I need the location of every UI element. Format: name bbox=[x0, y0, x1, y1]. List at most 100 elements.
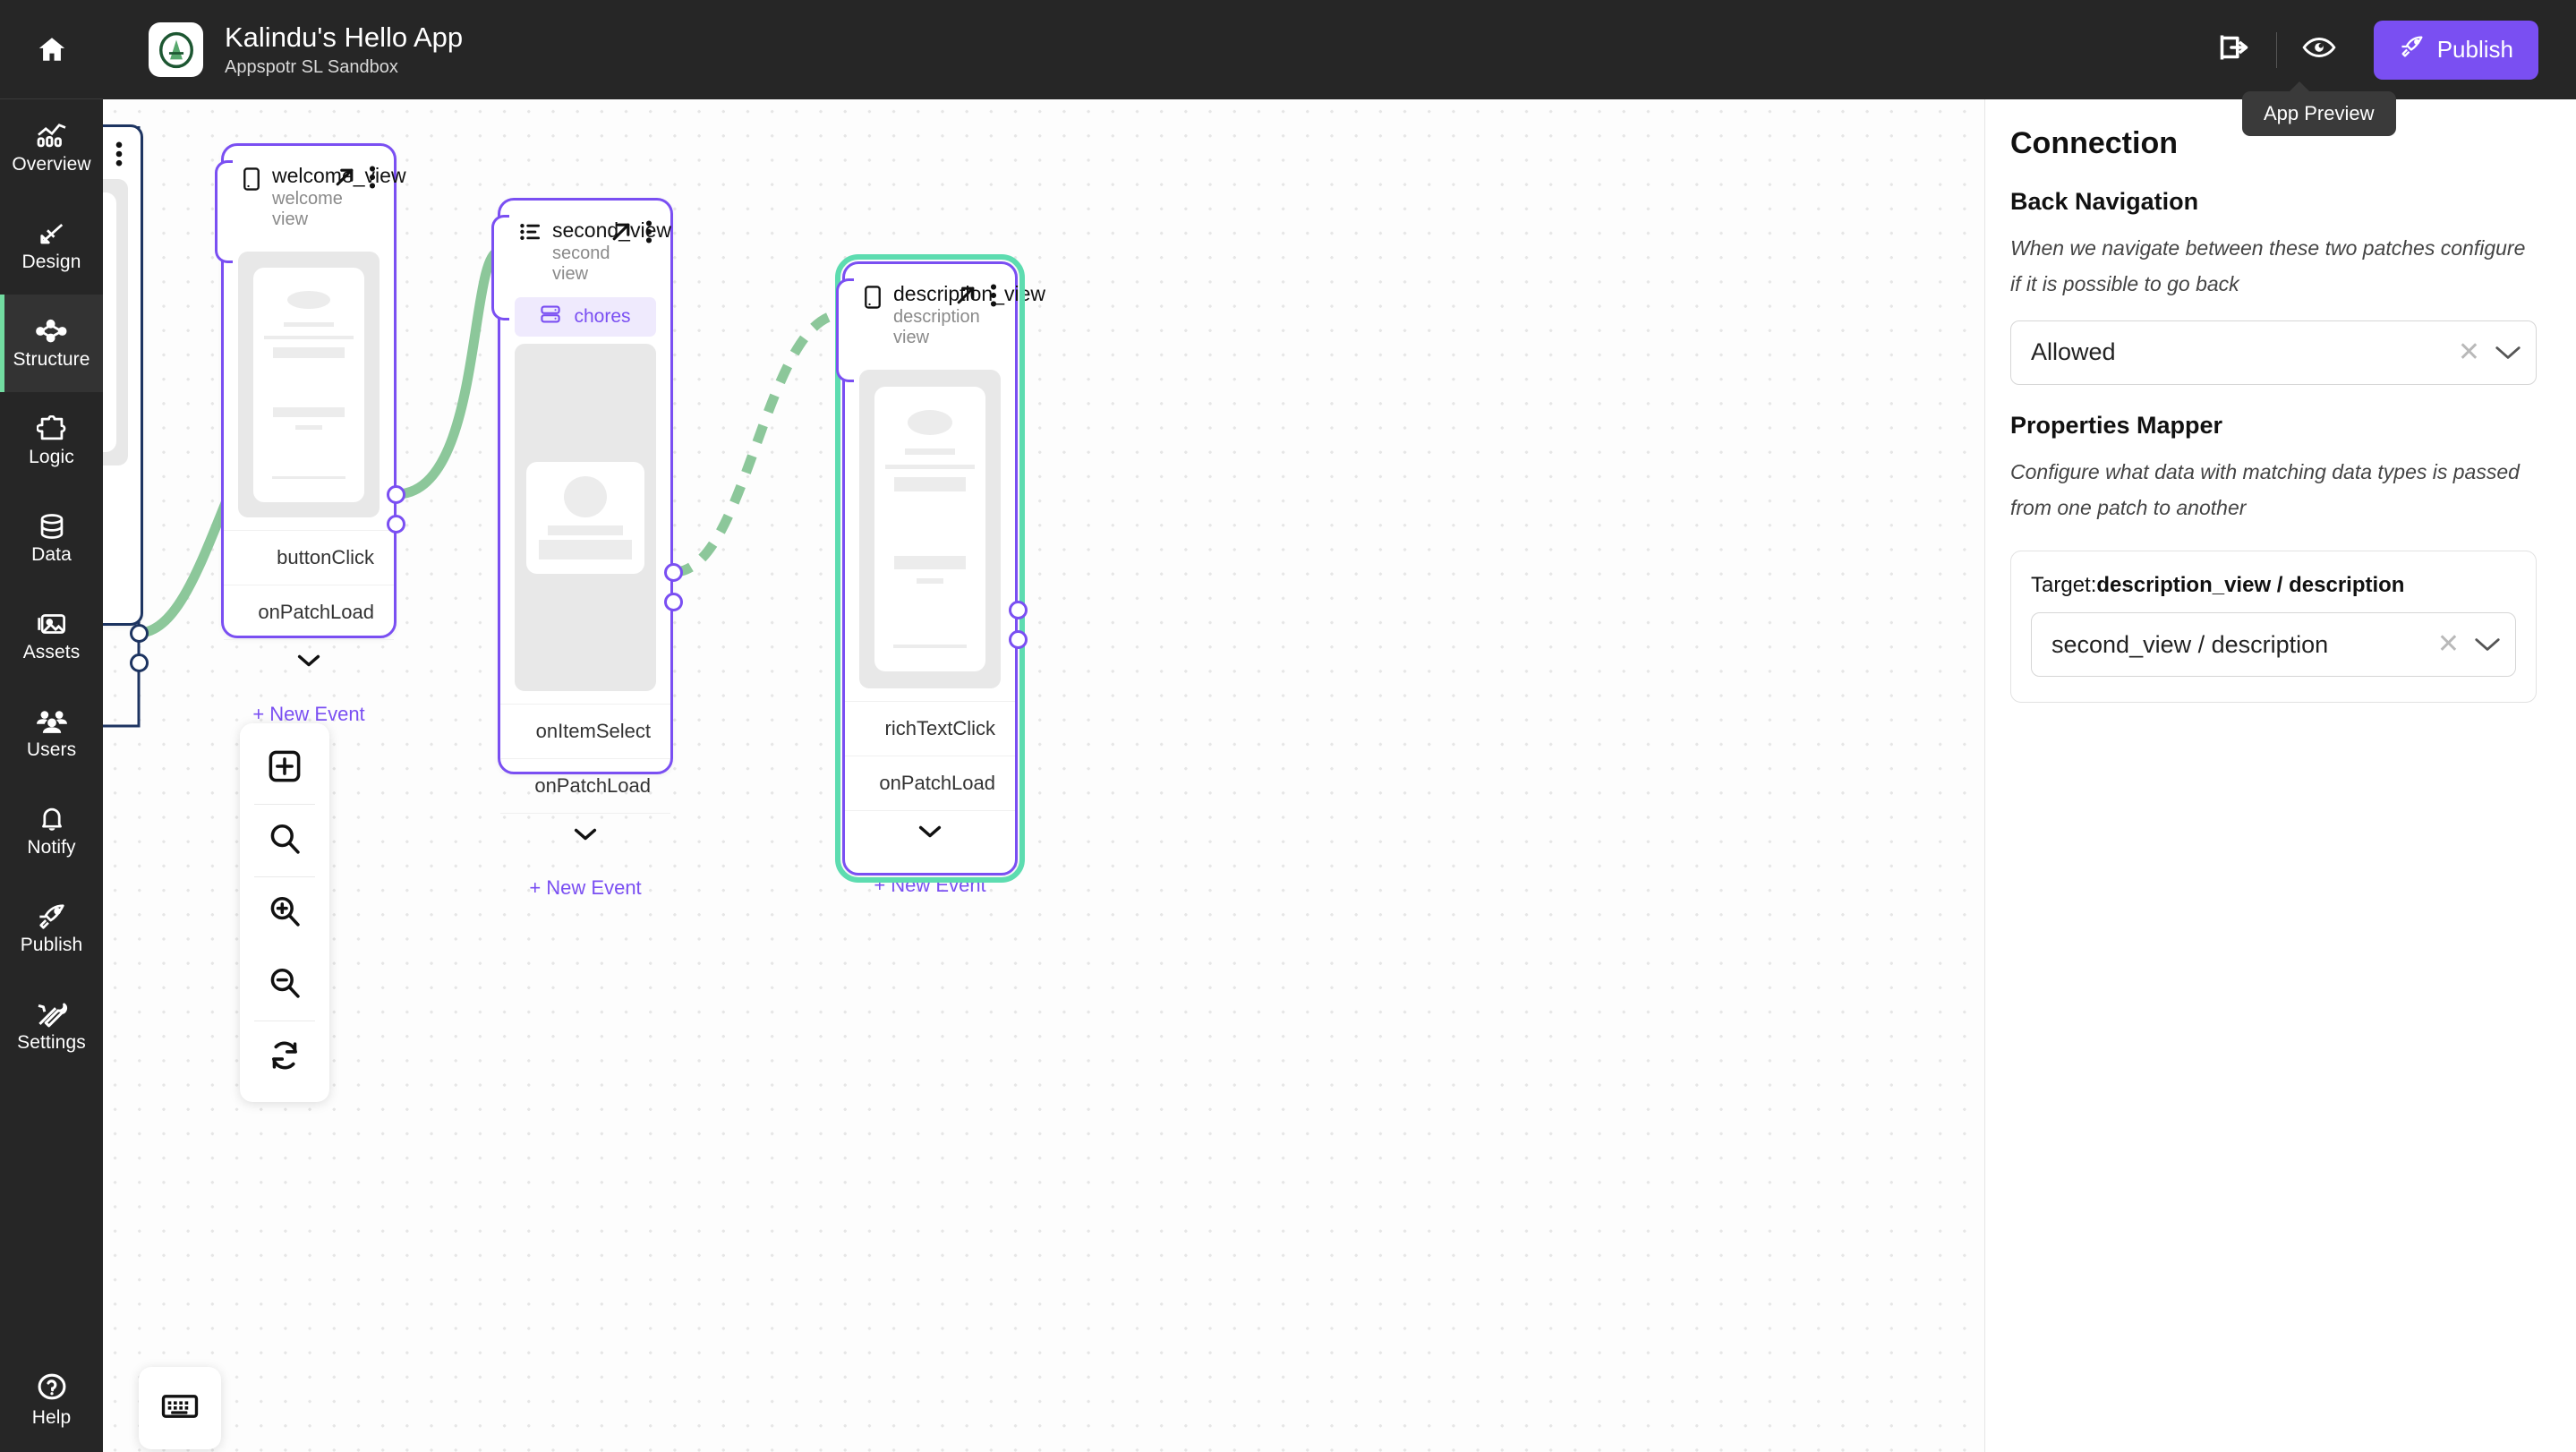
sidebar-item-settings[interactable]: Settings bbox=[0, 978, 103, 1075]
sidebar-item-overview[interactable]: Overview bbox=[0, 99, 103, 197]
mapper-source-value: second_view / description bbox=[2051, 630, 2329, 658]
home-button[interactable] bbox=[0, 0, 103, 99]
chevron-down-icon[interactable] bbox=[2474, 636, 2501, 653]
bell-icon bbox=[38, 806, 65, 833]
chevron-down-icon bbox=[918, 824, 942, 843]
event-label: onPatchLoad bbox=[258, 601, 374, 624]
sidebar-item-design[interactable]: Design bbox=[0, 197, 103, 295]
node-card-offscreen[interactable] bbox=[103, 124, 143, 626]
node-header: welcome_view welcome view bbox=[224, 146, 406, 243]
canvas-toolbar bbox=[240, 723, 329, 1102]
rocket-icon bbox=[36, 903, 68, 930]
skeleton-line bbox=[283, 322, 335, 327]
zoom-out-button[interactable] bbox=[240, 949, 329, 1021]
list-icon bbox=[520, 222, 540, 246]
event-row[interactable]: buttonClick bbox=[224, 530, 394, 585]
preview-screen bbox=[253, 267, 364, 502]
sidebar-item-label: Help bbox=[31, 1407, 72, 1428]
properties-mapper-card: Target:description_view / description se… bbox=[2010, 551, 2537, 703]
event-row[interactable]: onPatchLoad bbox=[845, 756, 1015, 810]
back-navigation-select[interactable]: Allowed ✕ bbox=[2010, 320, 2537, 385]
mapper-source-select[interactable]: second_view / description ✕ bbox=[2031, 612, 2516, 677]
sidebar-item-label: Structure bbox=[13, 349, 90, 370]
canvas-search-button[interactable] bbox=[240, 805, 329, 876]
chevron-down-icon[interactable] bbox=[2495, 345, 2521, 361]
expand-events-button[interactable] bbox=[500, 813, 670, 859]
back-navigation-value: Allowed bbox=[2031, 338, 2116, 365]
close-icon[interactable]: ✕ bbox=[2437, 631, 2460, 658]
close-icon[interactable]: ✕ bbox=[2458, 338, 2480, 366]
node-port-description-onpatchload[interactable] bbox=[1009, 630, 1028, 649]
node-port-offscreen-a[interactable] bbox=[130, 624, 149, 643]
sidebar-item-help[interactable]: Help bbox=[0, 1371, 103, 1427]
publish-button[interactable]: Publish bbox=[2373, 20, 2538, 80]
skeleton-line bbox=[264, 335, 354, 339]
node-input-handle[interactable] bbox=[215, 160, 233, 263]
node-menu-icon[interactable] bbox=[645, 220, 653, 243]
skeleton-block bbox=[893, 477, 967, 491]
rocket-icon bbox=[2399, 35, 2426, 64]
node-second-view[interactable]: second_view second view chores onItemSel… bbox=[491, 198, 673, 899]
node-events: buttonClick onPatchLoad + New Event bbox=[224, 530, 394, 743]
keyboard-shortcuts-button[interactable] bbox=[139, 1367, 221, 1449]
node-port-second-onitemselect[interactable] bbox=[664, 563, 683, 582]
tools-icon bbox=[36, 1001, 68, 1028]
expand-events-button[interactable] bbox=[845, 810, 1015, 857]
node-port-offscreen-b[interactable] bbox=[130, 653, 149, 672]
skeleton-line bbox=[885, 464, 975, 470]
zoom-in-button[interactable] bbox=[240, 877, 329, 949]
node-actions bbox=[333, 166, 376, 189]
node-port-welcome-buttonclick[interactable] bbox=[387, 485, 405, 504]
app-preview-button[interactable] bbox=[2290, 21, 2349, 80]
node-header: description_view description view bbox=[845, 264, 1045, 361]
node-menu-icon[interactable] bbox=[115, 141, 123, 167]
skeleton-line bbox=[294, 425, 323, 430]
preview-screen bbox=[525, 461, 645, 574]
share-export-button[interactable] bbox=[2205, 21, 2264, 80]
properties-mapper-heading: Properties Mapper bbox=[2010, 411, 2223, 439]
node-datasource-chip[interactable]: chores bbox=[515, 297, 656, 337]
structure-canvas[interactable]: welcome_view welcome view buttonClick on… bbox=[103, 99, 1984, 1452]
skeleton-line bbox=[904, 448, 956, 455]
event-row[interactable]: onItemSelect bbox=[500, 704, 670, 758]
event-row[interactable]: onPatchLoad bbox=[500, 758, 670, 813]
node-input-handle[interactable] bbox=[836, 278, 854, 382]
sidebar-item-label: Design bbox=[21, 252, 81, 272]
sidebar-item-assets[interactable]: Assets bbox=[0, 587, 103, 685]
open-arrow-icon[interactable] bbox=[333, 166, 356, 189]
chevron-down-icon bbox=[297, 653, 320, 672]
expand-events-button[interactable] bbox=[224, 639, 394, 686]
node-input-handle[interactable] bbox=[491, 215, 509, 320]
back-navigation-note: When we navigate between these two patch… bbox=[2010, 236, 2526, 296]
app-title-block: Kalindu's Hello App Appspotr SL Sandbox bbox=[225, 22, 463, 77]
mapper-target-prefix: Target: bbox=[2031, 573, 2097, 597]
rail-items: Overview Design Structure Logic Data Ass… bbox=[0, 99, 103, 1075]
top-bar-actions: Publish bbox=[2205, 20, 2576, 80]
skeleton-avatar bbox=[286, 290, 330, 310]
event-row[interactable]: onPatchLoad bbox=[224, 585, 394, 639]
node-menu-icon[interactable] bbox=[369, 166, 376, 189]
sidebar-item-logic[interactable]: Logic bbox=[0, 392, 103, 490]
sidebar-item-notify[interactable]: Notify bbox=[0, 782, 103, 880]
eye-icon bbox=[2302, 34, 2336, 65]
sidebar-item-data[interactable]: Data bbox=[0, 490, 103, 587]
open-arrow-icon[interactable] bbox=[610, 220, 633, 243]
sidebar-item-users[interactable]: Users bbox=[0, 685, 103, 782]
skeleton-block bbox=[272, 406, 345, 418]
node-port-second-onpatchload[interactable] bbox=[664, 593, 683, 611]
node-description-view[interactable]: description_view description view richTe… bbox=[835, 254, 1045, 896]
sidebar-item-structure[interactable]: Structure bbox=[0, 295, 103, 392]
event-row[interactable]: richTextClick bbox=[845, 701, 1015, 756]
open-arrow-icon[interactable] bbox=[954, 284, 977, 307]
node-port-welcome-onpatchload[interactable] bbox=[387, 515, 405, 534]
toolbar-divider bbox=[2275, 31, 2277, 68]
node-port-description-richtextclick[interactable] bbox=[1009, 601, 1028, 619]
reset-view-button[interactable] bbox=[240, 1021, 329, 1093]
new-event-button[interactable]: + New Event bbox=[500, 859, 670, 917]
node-welcome-view[interactable]: welcome_view welcome view buttonClick on… bbox=[215, 143, 406, 725]
new-event-button[interactable]: + New Event bbox=[845, 857, 1015, 914]
chevron-down-icon bbox=[574, 827, 597, 846]
add-patch-button[interactable] bbox=[240, 732, 329, 804]
sidebar-item-publish[interactable]: Publish bbox=[0, 880, 103, 978]
node-menu-icon[interactable] bbox=[990, 284, 997, 307]
